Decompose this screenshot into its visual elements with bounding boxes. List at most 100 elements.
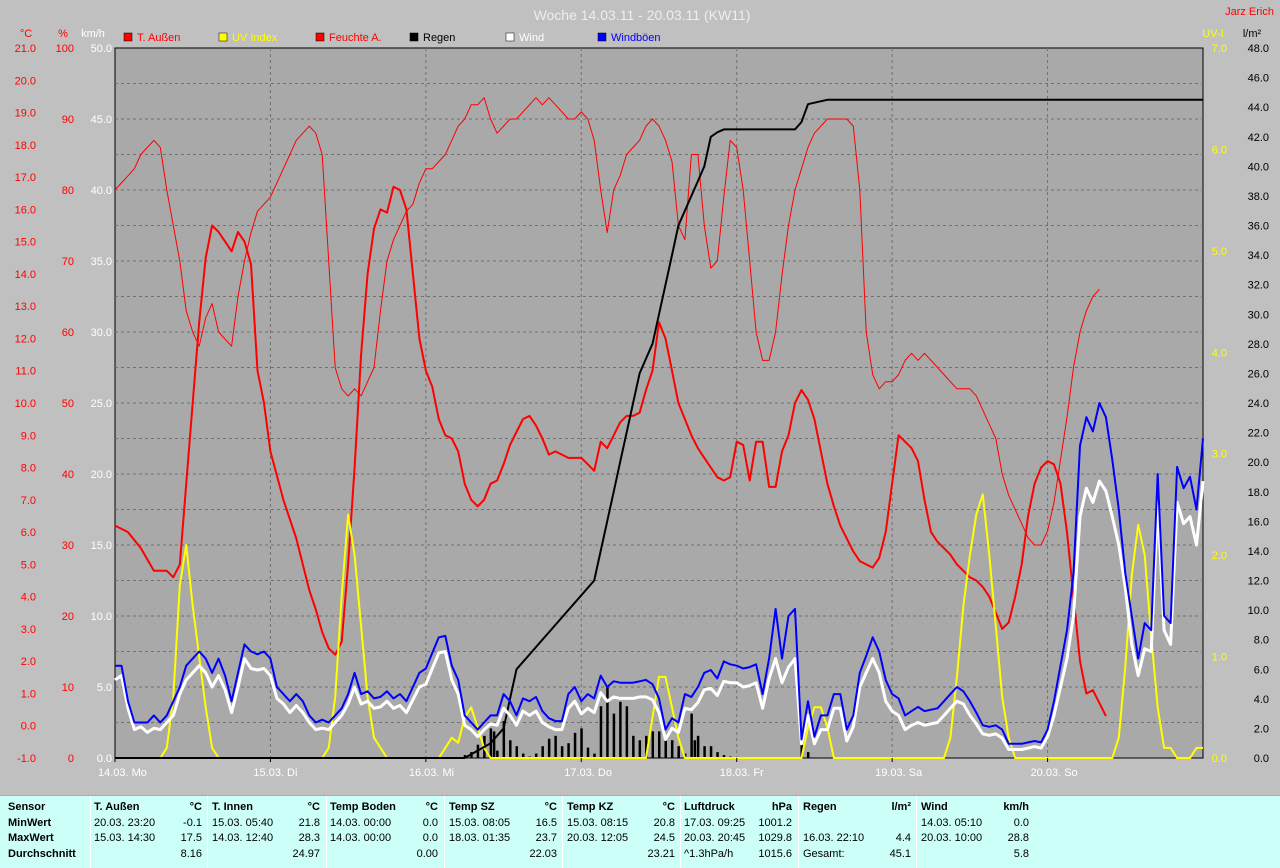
stats-value: 28.3 bbox=[298, 832, 320, 844]
stats-col: Temp KZ °C 15.03. 08:15 20.8 20.03. 12:05 24.… bbox=[567, 800, 677, 862]
tick-label: 40.0 bbox=[1248, 161, 1269, 173]
stats-head: Wind bbox=[921, 801, 948, 813]
tick-label: 90 bbox=[62, 114, 74, 126]
tick-label: 13.0 bbox=[15, 301, 36, 313]
stats-time: Gesamt: bbox=[803, 847, 845, 860]
tick-label: 10.0 bbox=[91, 611, 112, 623]
stats-head: Regen bbox=[803, 801, 837, 813]
rain-bar bbox=[806, 752, 810, 758]
x-tick-label: 20.03. So bbox=[1031, 767, 1078, 779]
tick-label: 10.0 bbox=[15, 398, 36, 410]
stats-value: 0.0 bbox=[422, 816, 438, 829]
stats-unit: km/h bbox=[1003, 801, 1029, 813]
rain-bar bbox=[547, 738, 551, 758]
tick-label: 30.0 bbox=[1248, 309, 1269, 321]
rain-bar bbox=[496, 750, 499, 758]
stats-value: 4.4 bbox=[895, 832, 911, 844]
rain-bar bbox=[554, 735, 557, 758]
x-tick-label: 14.03. Mo bbox=[98, 767, 147, 779]
stats-head: Temp SZ bbox=[449, 801, 495, 813]
tick-label: 22.0 bbox=[1248, 428, 1269, 440]
stats-time: 14.03. 12:40 bbox=[212, 832, 274, 844]
tick-label: 40 bbox=[62, 469, 74, 481]
rain-bar bbox=[606, 687, 609, 758]
tick-label: 6.0 bbox=[1254, 664, 1269, 676]
tick-label: 16.0 bbox=[1248, 516, 1269, 528]
x-tick-label: 18.03. Fr bbox=[720, 767, 764, 779]
stats-head: Temp Boden bbox=[330, 801, 396, 813]
x-tick-label: 15.03. Di bbox=[253, 767, 297, 779]
tick-label: 100 bbox=[56, 43, 74, 55]
tick-label: 1.0 bbox=[1212, 652, 1227, 664]
tick-label: 50.0 bbox=[91, 43, 112, 55]
stats-value: 20.8 bbox=[653, 816, 675, 829]
stats-head: T. Außen bbox=[94, 801, 140, 813]
tick-label: 25.0 bbox=[91, 398, 112, 410]
rain-bar bbox=[515, 746, 519, 758]
stats-time: 14.03. 00:00 bbox=[330, 832, 392, 844]
tick-label: 48.0 bbox=[1248, 43, 1269, 55]
tick-label: 60 bbox=[62, 327, 74, 339]
stats-value: 23.7 bbox=[535, 832, 557, 844]
weather-chart: 21.0 20.0 19.0 18.0 17.0 16.0 15.0 14.0 13.0 12.0… bbox=[15, 6, 1274, 779]
tick-label: 10 bbox=[62, 682, 74, 694]
stats-unit: °C bbox=[307, 801, 320, 813]
tick-label: 36.0 bbox=[1248, 221, 1269, 233]
stats-head: Temp KZ bbox=[567, 801, 614, 813]
rain-bar bbox=[541, 746, 544, 758]
stats-time: ^1.3hPa/h bbox=[684, 847, 734, 860]
stats-col: Luftdruck hPa 17.03. 09:25 1001.2 20.03. 20:… bbox=[684, 800, 794, 862]
legend-label: Wind bbox=[519, 32, 544, 44]
stats-unit: °C bbox=[425, 801, 438, 813]
rain-bar bbox=[703, 746, 706, 758]
tick-label: 4.0 bbox=[1254, 694, 1269, 706]
tick-label: 15.0 bbox=[15, 237, 36, 249]
rain-bar bbox=[492, 731, 496, 758]
stats-time: 20.03. 23:20 bbox=[94, 816, 156, 829]
tick-label: 50 bbox=[62, 398, 74, 410]
tick-label: 21.0 bbox=[15, 43, 36, 55]
x-tick-label: 17.03. Do bbox=[564, 767, 612, 779]
tick-label: 12.0 bbox=[15, 333, 36, 345]
stats-unit: hPa bbox=[771, 801, 792, 813]
rain-bar bbox=[599, 706, 603, 758]
tick-label: 30.0 bbox=[91, 327, 112, 339]
stats-time: 15.03. 05:40 bbox=[212, 816, 274, 829]
stats-col: T. Außen °C 20.03. 23:20 -0.1 15.03. 14:30 17… bbox=[94, 800, 204, 862]
tick-label: 3.0 bbox=[1212, 449, 1227, 461]
tick-label: 19.0 bbox=[15, 108, 36, 120]
tick-label: 40.0 bbox=[91, 185, 112, 197]
legend-swatch bbox=[505, 32, 515, 42]
stats-value: 28.8 bbox=[1007, 832, 1029, 844]
stats-col: Wind km/h 14.03. 05:10 0.0 20.03. 10:00 28.8 5… bbox=[921, 800, 1031, 862]
stats-value: 1029.8 bbox=[758, 832, 792, 844]
rain-bar bbox=[658, 731, 661, 758]
rain-bar bbox=[560, 746, 564, 758]
legend-label: Feuchte A. bbox=[329, 32, 382, 44]
tick-label: 8.0 bbox=[21, 463, 36, 475]
stats-time: 18.03. 01:35 bbox=[449, 832, 511, 844]
tick-label: 15.0 bbox=[91, 540, 112, 552]
stats-time: 15.03. 08:05 bbox=[449, 816, 511, 829]
legend-label: Windböen bbox=[611, 32, 661, 44]
right-axes: 7.0 6.0 5.0 4.0 3.0 2.0 1.0 0.0 48.0 46.0 44.0 42.0… bbox=[1212, 43, 1269, 765]
tick-label: 5.0 bbox=[97, 682, 112, 694]
rain-bar bbox=[638, 740, 642, 758]
legend-swatch bbox=[409, 32, 419, 42]
tick-label: 28.0 bbox=[1248, 339, 1269, 351]
stats-time: 14.03. 05:10 bbox=[921, 816, 983, 829]
tick-label: 26.0 bbox=[1248, 368, 1269, 380]
stats-value: 22.03 bbox=[529, 847, 557, 860]
tick-label: 2.0 bbox=[1212, 550, 1227, 562]
tick-label: 18.0 bbox=[15, 140, 36, 152]
x-tick-label: 19.03. Sa bbox=[875, 767, 923, 779]
tick-label: 24.0 bbox=[1248, 398, 1269, 410]
author-label: Jarz Erich bbox=[1225, 6, 1274, 18]
stats-value: 1015.6 bbox=[758, 847, 792, 860]
tick-label: 16.0 bbox=[15, 204, 36, 216]
rain-bar bbox=[651, 731, 655, 758]
rain-bar bbox=[580, 728, 583, 758]
tick-label: 20.0 bbox=[91, 469, 112, 481]
rain-bar bbox=[664, 740, 667, 758]
stats-value: 16.5 bbox=[535, 816, 557, 829]
